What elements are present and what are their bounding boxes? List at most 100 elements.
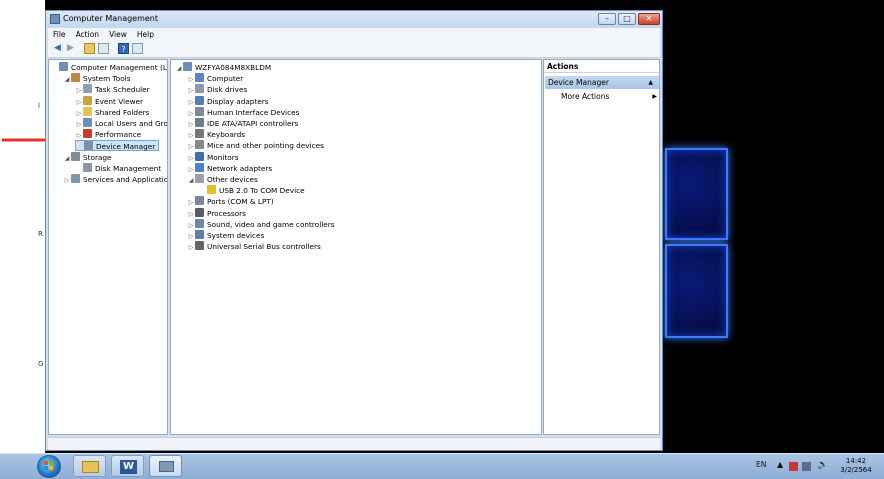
device-tree-item[interactable]: ▷ IDE ATA/ATAPI controllers xyxy=(187,118,298,129)
device-tree-item[interactable]: ▷ Display adapters xyxy=(187,95,269,107)
device-tree-item[interactable]: ▷ Human Interface Devices xyxy=(187,106,299,118)
expand-arrow-icon[interactable]: ▷ xyxy=(187,242,195,253)
actions-heading: Actions xyxy=(544,60,659,73)
expand-arrow-icon[interactable]: ▷ xyxy=(63,175,71,186)
other-devices-icon xyxy=(195,174,204,183)
expand-arrow-icon[interactable]: ◢ xyxy=(63,153,71,164)
console-tree-item[interactable]: Computer Management (Local xyxy=(51,62,167,73)
port-icon xyxy=(195,196,204,206)
show-hide-console-tree-icon[interactable] xyxy=(98,43,109,54)
taskbar-explorer-button[interactable] xyxy=(73,455,106,477)
actions-section-label: Device Manager xyxy=(548,78,609,87)
console-tree-item[interactable]: Device Manager xyxy=(75,140,160,152)
language-indicator[interactable]: EN xyxy=(756,460,766,469)
collapse-arrow-icon[interactable]: ▲ xyxy=(648,76,653,89)
console-tree-item[interactable]: ▷ Services and Applications xyxy=(63,174,168,186)
up-folder-icon[interactable] xyxy=(84,43,95,54)
menu-action[interactable]: Action xyxy=(71,28,105,39)
device-tree-item[interactable]: ◢ Other devices xyxy=(187,174,258,185)
console-tree-label: Disk Management xyxy=(95,163,162,173)
device-tree-label: Monitors xyxy=(207,152,239,162)
title-bar[interactable]: Computer Management – □ ✕ xyxy=(46,11,662,28)
clock[interactable]: 14:42 3/2/2564 xyxy=(838,457,874,475)
expand-arrow-icon[interactable]: ◢ xyxy=(63,74,71,85)
expand-arrow-icon[interactable]: ◢ xyxy=(187,175,195,186)
device-tree-label: IDE ATA/ATAPI controllers xyxy=(207,119,299,128)
help-icon[interactable]: ? xyxy=(118,43,129,54)
taskbar: W EN ▲ 🔈 14:42 3/2/2564 xyxy=(0,453,884,479)
network-icon[interactable] xyxy=(802,462,811,471)
console-tree-item[interactable]: ▷ Shared Folders xyxy=(75,106,150,118)
device-tree-label: Disk drives xyxy=(207,85,248,95)
expand-arrow-icon[interactable]: ◢ xyxy=(175,63,183,74)
performance-icon xyxy=(83,129,92,139)
device-tree-item[interactable]: ▷ Processors xyxy=(187,207,246,219)
keyboard-icon xyxy=(195,129,204,139)
device-tree-item[interactable]: ▷ Keyboards xyxy=(187,129,245,140)
window-title: Computer Management xyxy=(63,14,159,23)
taskbar-word-button[interactable]: W xyxy=(111,455,144,477)
console-tree-item[interactable]: ▷ Task Scheduler xyxy=(75,84,150,95)
tray-expand-icon[interactable]: ▲ xyxy=(777,460,783,469)
device-tree-label: Keyboards xyxy=(207,130,246,140)
action-center-icon[interactable] xyxy=(789,462,798,471)
minimize-button[interactable]: – xyxy=(598,13,616,25)
volume-icon[interactable]: 🔈 xyxy=(817,460,828,470)
console-tree-label: Services and Applications xyxy=(83,175,168,184)
console-tree-label: Computer Management (Local xyxy=(71,63,167,72)
device-tree-item[interactable]: ▷ Universal Serial Bus controllers xyxy=(187,241,321,252)
toolbar: ◀ ▶ ? xyxy=(48,41,660,58)
close-button[interactable]: ✕ xyxy=(638,13,660,25)
back-arrow-icon[interactable]: ◀ xyxy=(52,43,63,54)
folder-icon xyxy=(82,461,99,473)
start-button[interactable] xyxy=(37,455,61,478)
users-icon xyxy=(83,118,92,127)
console-tree-item[interactable]: Disk Management xyxy=(75,162,162,174)
forward-arrow-icon[interactable]: ▶ xyxy=(65,43,76,54)
device-tree-item[interactable]: ▷ Disk drives xyxy=(187,84,247,95)
show-action-pane-icon[interactable] xyxy=(132,43,143,54)
device-tree-item[interactable]: ▷ Monitors xyxy=(187,151,239,163)
menu-help[interactable]: Help xyxy=(132,28,159,39)
status-bar xyxy=(48,437,660,450)
device-tree-item[interactable]: USB 2.0 To COM Device xyxy=(199,185,305,196)
menu-file[interactable]: File xyxy=(48,28,71,39)
console-tree-item[interactable]: ▷Local Users and Groups xyxy=(75,118,167,129)
console-tree-item[interactable]: ▷ Performance xyxy=(75,129,141,140)
device-tree-item[interactable]: ▷ Mice and other pointing devices xyxy=(187,140,324,151)
menu-view[interactable]: View xyxy=(104,28,132,39)
actions-section-device-manager[interactable]: Device Manager ▲ xyxy=(545,76,659,89)
device-tree-item[interactable]: ▷ System devices xyxy=(187,230,264,241)
computer-icon xyxy=(183,62,192,71)
windows-logo-pane-top xyxy=(665,148,728,240)
usb-icon xyxy=(195,241,204,251)
console-tree-item[interactable]: ◢ Storage xyxy=(63,151,112,164)
display-adapter-icon xyxy=(195,95,204,105)
device-tree-item[interactable]: ◢ WZFYA084M8XBLDM xyxy=(175,62,271,73)
device-tree-item[interactable]: ▷ Computer xyxy=(187,73,243,84)
device-tree-item[interactable]: ▷ Network adapters xyxy=(187,162,273,174)
clock-icon xyxy=(83,84,92,94)
console-tree-item[interactable]: ▷ Event Viewer xyxy=(75,95,143,107)
console-tree-label: Storage xyxy=(83,152,112,162)
device-tree-item[interactable]: ▷ Ports (COM & LPT) xyxy=(187,196,274,207)
device-tree-label: Display adapters xyxy=(207,96,269,106)
desktop-edge-letter: R xyxy=(38,230,43,238)
shared-folder-icon xyxy=(83,106,92,116)
taskbar-computer-management-button[interactable] xyxy=(149,455,182,477)
computer-management-window: Computer Management – □ ✕ File Action View… xyxy=(45,10,663,451)
network-adapter-icon xyxy=(195,162,204,172)
desktop-edge-letter: G xyxy=(38,360,44,368)
maximize-button[interactable]: □ xyxy=(618,13,636,25)
more-actions-item[interactable]: More Actions ▶ xyxy=(561,91,659,103)
computer-management-icon xyxy=(59,62,68,71)
console-tree-label: Shared Folders xyxy=(95,107,150,117)
disk-drive-icon xyxy=(195,84,204,94)
device-tree-label: System devices xyxy=(207,231,265,240)
device-tree-label: Other devices xyxy=(207,175,258,184)
console-tree-item[interactable]: ◢ System Tools xyxy=(63,73,131,84)
device-tree-label: Network adapters xyxy=(207,163,273,173)
device-tree-label: Ports (COM & LPT) xyxy=(207,197,274,207)
device-tree-item[interactable]: ▷ Sound, video and game controllers xyxy=(187,218,335,230)
console-tree-label: Performance xyxy=(95,130,142,140)
